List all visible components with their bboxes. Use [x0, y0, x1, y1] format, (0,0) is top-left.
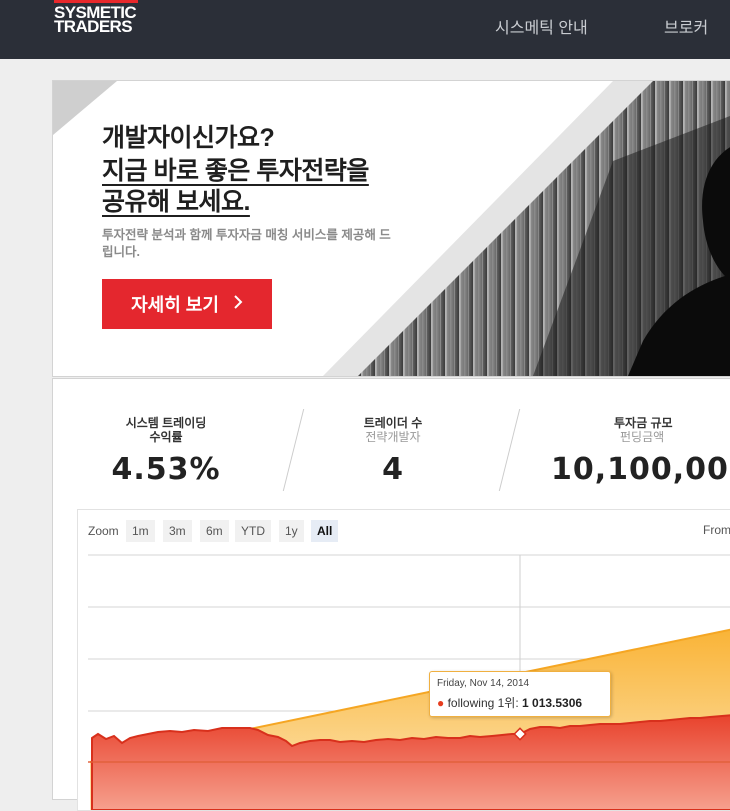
logo-line2: TRADERS [54, 17, 133, 36]
stats-panel: 시스템 트레이딩 수익률 4.53% 트레이더 수 전략개발자 4 투자금 규모… [52, 378, 730, 811]
stat-funding-title: 투자금 규모 [614, 416, 673, 430]
banner-headline-2: 지금 바로 좋은 투자전략을 [102, 157, 369, 185]
learn-more-label: 자세히 보기 [131, 295, 219, 315]
nav-item-intro[interactable]: 시스메틱 안내 [495, 14, 588, 38]
chevron-right-icon [233, 294, 243, 315]
developer-banner: 개발자이신가요? 지금 바로 좋은 투자전략을 공유해 보세요. 투자전략 분석… [52, 80, 730, 377]
banner-headline-3: 공유해 보세요. [102, 188, 250, 216]
stat-return-title: 시스템 트레이딩 [125, 416, 207, 430]
stat-return-subtitle: 수익률 [149, 430, 183, 444]
chart-tooltip: Friday, Nov 14, 2014 ● following 1위: 1 0… [429, 671, 611, 717]
tooltip-date: Friday, Nov 14, 2014 [437, 678, 530, 689]
series-dot-icon: ● [437, 696, 445, 710]
tooltip-line: ● following 1위: 1 013.5306 [437, 694, 582, 711]
nav-item-broker[interactable]: 브로커 [664, 14, 708, 38]
stat-divider [282, 409, 305, 491]
banner-headline-1: 개발자이신가요? [102, 124, 275, 152]
stat-return-value: 4.53% [111, 452, 221, 487]
stat-traders: 트레이더 수 전략개발자 4 [333, 416, 453, 487]
learn-more-button[interactable]: 자세히 보기 [102, 279, 272, 329]
performance-chart[interactable]: Zoom 1m 3m 6m YTD 1y All From Friday, No… [77, 509, 730, 811]
stat-divider [498, 409, 521, 491]
stat-funding-value: 10,100,000 [551, 452, 730, 487]
logo[interactable]: SYSMETIC TRADERS [54, 0, 164, 40]
chart-plot-area [88, 554, 730, 810]
stat-traders-value: 4 [382, 452, 404, 487]
stat-traders-title: 트레이더 수 [363, 416, 423, 430]
tooltip-value: 1 013.5306 [522, 696, 583, 710]
stat-traders-subtitle: 전략개발자 [365, 430, 421, 444]
banner-description: 투자전략 분석과 함께 투자자금 매칭 서비스를 제공해 드립니다. [102, 228, 391, 259]
stat-funding: 투자금 규모 펀딩금액 10,100,000 [551, 416, 730, 487]
stat-funding-subtitle: 펀딩금액 [620, 430, 665, 444]
tooltip-series-name: following 1위: [447, 696, 519, 710]
top-navigation-bar: SYSMETIC TRADERS 시스메틱 안내 브로커 [0, 0, 730, 59]
stat-return: 시스템 트레이딩 수익률 4.53% [101, 416, 231, 487]
